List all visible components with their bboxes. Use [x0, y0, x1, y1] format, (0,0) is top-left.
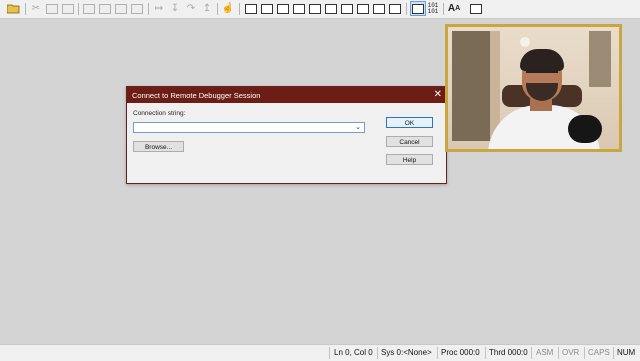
webcam-person-glasses — [526, 71, 558, 79]
connection-string-combo[interactable]: ⌄ — [133, 122, 365, 133]
restart-icon[interactable] — [82, 2, 96, 15]
go-icon[interactable]: ↦ — [152, 2, 166, 15]
status-divider — [377, 347, 378, 359]
status-position: Ln 0, Col 0 — [334, 348, 373, 357]
status-divider — [531, 347, 532, 359]
font-icon[interactable]: AA — [447, 2, 461, 15]
call-stack-icon[interactable] — [388, 2, 402, 15]
break-icon[interactable] — [130, 2, 144, 15]
status-asm: ASM — [536, 348, 554, 357]
close-icon[interactable]: ✕ — [434, 87, 442, 103]
status-divider — [437, 347, 438, 359]
stop-debugging-icon[interactable] — [98, 2, 112, 15]
toolbar-separator — [406, 3, 407, 15]
webcam-background-door — [589, 31, 611, 87]
status-proc: Proc 000:0 — [441, 348, 480, 357]
toolbar-separator — [25, 3, 26, 15]
detach-icon[interactable] — [114, 2, 128, 15]
status-thrd: Thrd 000:0 — [489, 348, 528, 357]
processes-threads-icon[interactable] — [372, 2, 386, 15]
status-divider — [329, 347, 330, 359]
cut-icon[interactable]: ✂ — [29, 2, 43, 15]
status-ovr: OVR — [562, 348, 580, 357]
connection-string-input[interactable] — [134, 123, 354, 132]
open-folder-icon[interactable] — [6, 2, 20, 15]
status-sys: Sys 0:<None> — [381, 348, 432, 357]
dialog-title-bar: Connect to Remote Debugger Session ✕ — [127, 87, 446, 103]
scratch-pad-icon[interactable] — [356, 2, 370, 15]
toolbar-separator — [217, 3, 218, 15]
webcam-background-light — [520, 37, 530, 47]
webcam-microphone — [568, 115, 602, 143]
toolbar-separator — [443, 3, 444, 15]
status-divider — [584, 347, 585, 359]
paste-icon[interactable] — [61, 2, 75, 15]
status-bar: Ln 0, Col 0 Sys 0:<None> Proc 000:0 Thrd… — [0, 344, 640, 361]
cancel-button[interactable]: Cancel — [386, 136, 433, 147]
status-caps: CAPS — [588, 348, 610, 357]
call-stack-window-icon[interactable] — [324, 2, 338, 15]
dialog-title: Connect to Remote Debugger Session — [132, 90, 261, 100]
watch-window-icon[interactable] — [260, 2, 274, 15]
options-icon[interactable] — [469, 2, 483, 15]
locals-window-icon[interactable] — [276, 2, 290, 15]
status-divider — [613, 347, 614, 359]
command-window-icon[interactable] — [244, 2, 258, 15]
status-divider — [558, 347, 559, 359]
toolbar-separator — [148, 3, 149, 15]
ok-button[interactable]: OK — [386, 117, 433, 128]
browse-button[interactable]: Browse... — [133, 141, 184, 152]
hand-icon[interactable]: ☝ — [221, 2, 235, 15]
font-icon-label: A — [447, 3, 456, 14]
connection-string-label: Connection string: — [133, 110, 186, 117]
disassembly-window-icon[interactable] — [340, 2, 354, 15]
chevron-down-icon[interactable]: ⌄ — [353, 123, 363, 132]
source-mode-icon[interactable] — [410, 1, 426, 16]
memory-window-icon[interactable] — [308, 2, 322, 15]
toolbar-separator — [78, 3, 79, 15]
hex-display-icon[interactable]: 101 101 — [426, 2, 440, 15]
webcam-person-hair — [520, 49, 564, 71]
help-button[interactable]: Help — [386, 154, 433, 165]
toolbar-separator — [239, 3, 240, 15]
step-into-icon[interactable]: ↧ — [168, 2, 182, 15]
webcam-background-window — [452, 31, 490, 141]
connect-remote-dialog: Connect to Remote Debugger Session ✕ Con… — [126, 86, 447, 184]
copy-icon[interactable] — [45, 2, 59, 15]
registers-window-icon[interactable] — [292, 2, 306, 15]
status-divider — [485, 347, 486, 359]
toolbar: ✂ ↦ ↧ ↷ ↥ ☝ 101 101 AA — [0, 0, 640, 19]
step-out-icon[interactable]: ↥ — [200, 2, 214, 15]
webcam-overlay — [445, 24, 622, 152]
step-over-icon[interactable]: ↷ — [184, 2, 198, 15]
status-num: NUM — [617, 348, 636, 357]
